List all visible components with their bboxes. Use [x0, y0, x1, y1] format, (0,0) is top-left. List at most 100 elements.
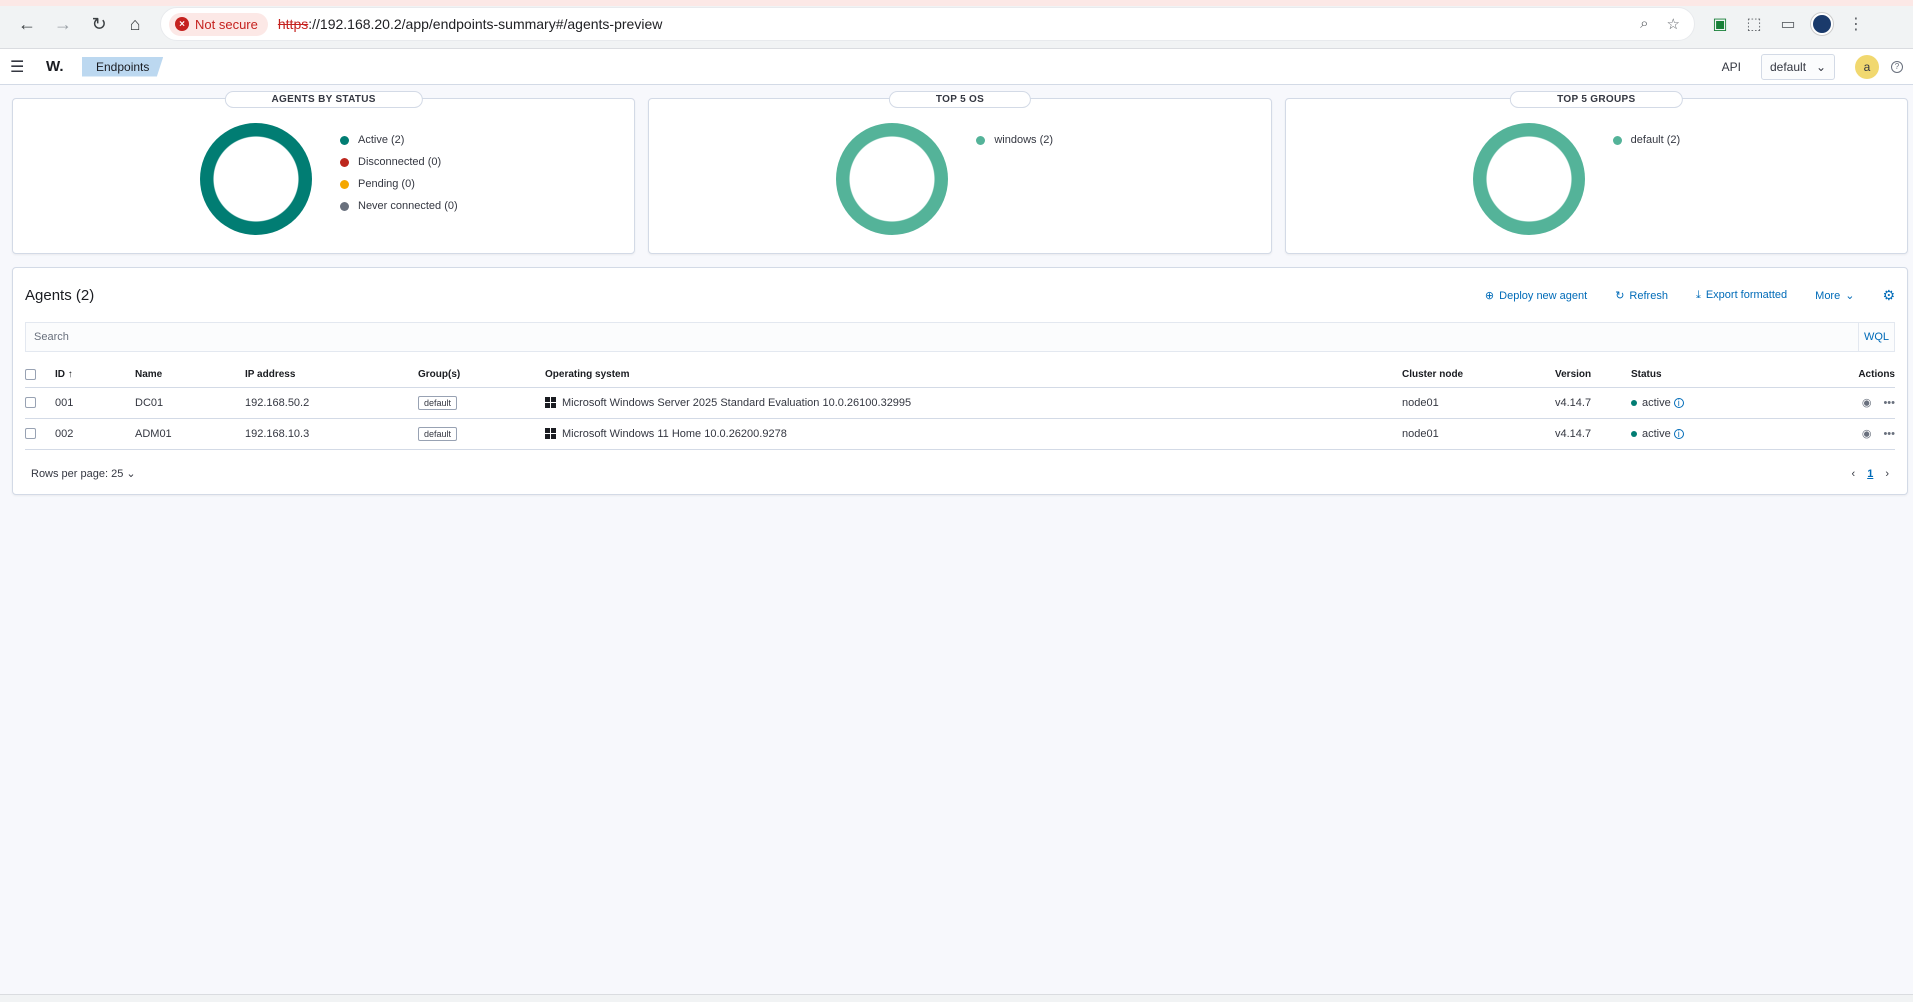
cell-id: 002 [55, 418, 135, 450]
search-bar: WQL [25, 322, 1895, 352]
refresh-button[interactable]: ↻ Refresh [1615, 289, 1668, 302]
legend-item[interactable]: Pending (0) [340, 173, 458, 195]
export-label: Export formatted [1705, 288, 1788, 301]
api-label[interactable]: API [1722, 60, 1741, 74]
back-icon[interactable]: ← [10, 7, 44, 41]
profile-avatar[interactable] [1805, 7, 1839, 41]
groups-donut-chart[interactable] [1472, 123, 1585, 235]
agents-table-panel: Agents (2) ⊕ Deploy new agent ↻ Refresh ⤓ E… [12, 267, 1908, 495]
page-1-button[interactable]: 1 [1867, 468, 1873, 480]
cell-status: active i [1631, 418, 1771, 450]
user-avatar[interactable]: a [1855, 54, 1879, 79]
chevron-down-icon: ⌄ [1845, 289, 1855, 302]
group-badge[interactable]: default [418, 395, 458, 410]
column-header-cluster[interactable]: Cluster node [1402, 362, 1555, 388]
legend-item[interactable]: Disconnected (0) [340, 151, 458, 173]
os-label: Microsoft Windows Server 2025 Standard E… [562, 396, 912, 409]
more-dots-icon[interactable]: ••• [1883, 397, 1895, 409]
cell-status: active i [1631, 387, 1771, 419]
select-all-checkbox[interactable] [25, 368, 36, 380]
rows-per-page-button[interactable]: Rows per page: 25 ⌄ [31, 467, 136, 480]
rows-per-page-label: Rows per page: 25 [31, 468, 124, 480]
eye-icon[interactable]: ◉ [1862, 428, 1872, 440]
bookmark-star-icon[interactable]: ☆ [1667, 15, 1680, 33]
legend-dot [340, 179, 349, 189]
eye-icon[interactable]: ◉ [1862, 397, 1872, 409]
panel-agents-by-status: AGENTS BY STATUS Active (2) Disconnected… [12, 91, 636, 254]
address-bar[interactable]: × Not secure https://192.168.20.2/app/en… [160, 7, 1695, 41]
column-header-status[interactable]: Status [1631, 362, 1771, 388]
os-legend: windows (2) [976, 129, 1053, 151]
legend-dot [976, 135, 986, 145]
more-dots-icon[interactable]: ••• [1883, 428, 1895, 440]
column-header-ip[interactable]: IP address [245, 362, 418, 388]
legend-label: Active (2) [358, 134, 405, 146]
column-header-os[interactable]: Operating system [545, 362, 1402, 388]
app-header: ☰ W. Endpoints API default ⌄ a ? [0, 49, 1913, 85]
info-icon[interactable]: i [1673, 397, 1684, 408]
cell-ip: 192.168.10.3 [245, 418, 418, 450]
panel-title: TOP 5 GROUPS [1510, 91, 1683, 108]
app-logo[interactable]: W. [46, 58, 76, 75]
table-row[interactable]: 001 DC01 192.168.50.2 default Microsoft … [25, 387, 1895, 419]
export-formatted-button[interactable]: ⤓ Export formatted [1696, 289, 1787, 302]
info-icon[interactable]: i [1673, 428, 1684, 439]
deploy-new-agent-button[interactable]: ⊕ Deploy new agent [1485, 289, 1587, 302]
summary-panels: AGENTS BY STATUS Active (2) Disconnected… [12, 91, 1908, 254]
legend-dot [340, 157, 349, 167]
sort-arrow-up-icon: ↑ [67, 368, 73, 380]
breadcrumb-endpoints[interactable]: Endpoints [82, 56, 164, 77]
legend-item[interactable]: windows (2) [976, 129, 1053, 151]
cell-ip: 192.168.50.2 [245, 387, 418, 419]
plus-circle-icon: ⊕ [1484, 289, 1495, 302]
column-header-id[interactable]: ID ↑ [55, 362, 135, 388]
legend-dot [1612, 135, 1622, 145]
column-header-groups[interactable]: Group(s) [418, 362, 545, 388]
cell-os: Microsoft Windows Server 2025 Standard E… [545, 387, 1402, 419]
column-header-version[interactable]: Version [1555, 362, 1631, 388]
extension-icon[interactable]: ▣ [1703, 7, 1737, 41]
legend-dot [340, 201, 349, 211]
panel-title: AGENTS BY STATUS [224, 91, 423, 108]
tenant-select[interactable]: default ⌄ [1761, 53, 1835, 80]
legend-dot [340, 135, 349, 145]
tenant-value: default [1770, 59, 1807, 74]
cell-id: 001 [55, 387, 135, 419]
chevron-down-icon: ⌄ [1815, 59, 1826, 74]
reload-icon[interactable]: ↻ [82, 7, 116, 41]
tab-search-icon[interactable]: ▭ [1771, 7, 1805, 41]
search-input[interactable] [26, 323, 1858, 351]
row-checkbox[interactable] [25, 397, 36, 409]
panel-top-5-groups: TOP 5 GROUPS default (2) [1284, 91, 1908, 254]
row-checkbox[interactable] [25, 428, 36, 440]
help-icon[interactable]: ? [1891, 60, 1903, 73]
cell-cluster: node01 [1402, 387, 1555, 419]
export-icon: ⤓ [1695, 288, 1701, 301]
legend-label: Never connected (0) [358, 200, 458, 212]
legend-item[interactable]: Active (2) [340, 129, 458, 151]
legend-item[interactable]: Never connected (0) [340, 195, 458, 217]
column-header-name[interactable]: Name [135, 362, 245, 388]
cell-version: v4.14.7 [1555, 418, 1631, 450]
bottom-status-bar [0, 994, 1913, 1002]
status-donut-chart[interactable] [200, 123, 312, 235]
table-row[interactable]: 002 ADM01 192.168.10.3 default Microsoft… [25, 418, 1895, 450]
url-text[interactable]: https://192.168.20.2/app/endpoints-summa… [278, 16, 662, 32]
prev-page-icon[interactable]: ‹ [1852, 468, 1856, 480]
home-icon[interactable]: ⌂ [118, 7, 152, 41]
agents-title: Agents (2) [25, 286, 95, 304]
wql-button[interactable]: WQL [1858, 323, 1894, 351]
puzzle-icon[interactable]: ⬚ [1737, 7, 1771, 41]
more-button[interactable]: More ⌄ [1815, 289, 1854, 302]
forward-icon[interactable]: → [46, 7, 80, 41]
not-secure-chip[interactable]: × Not secure [169, 12, 268, 36]
legend-item[interactable]: default (2) [1612, 129, 1680, 151]
group-badge[interactable]: default [418, 426, 458, 441]
next-page-icon[interactable]: › [1885, 468, 1889, 480]
gear-icon[interactable]: ⚙ [1882, 287, 1895, 304]
hamburger-menu-icon[interactable]: ☰ [10, 57, 32, 77]
os-donut-chart[interactable] [836, 123, 949, 235]
column-header-actions: Actions [1771, 362, 1895, 388]
zoom-icon[interactable]: ⌕ [1640, 15, 1648, 33]
menu-dots-icon[interactable]: ⋮ [1839, 7, 1873, 41]
